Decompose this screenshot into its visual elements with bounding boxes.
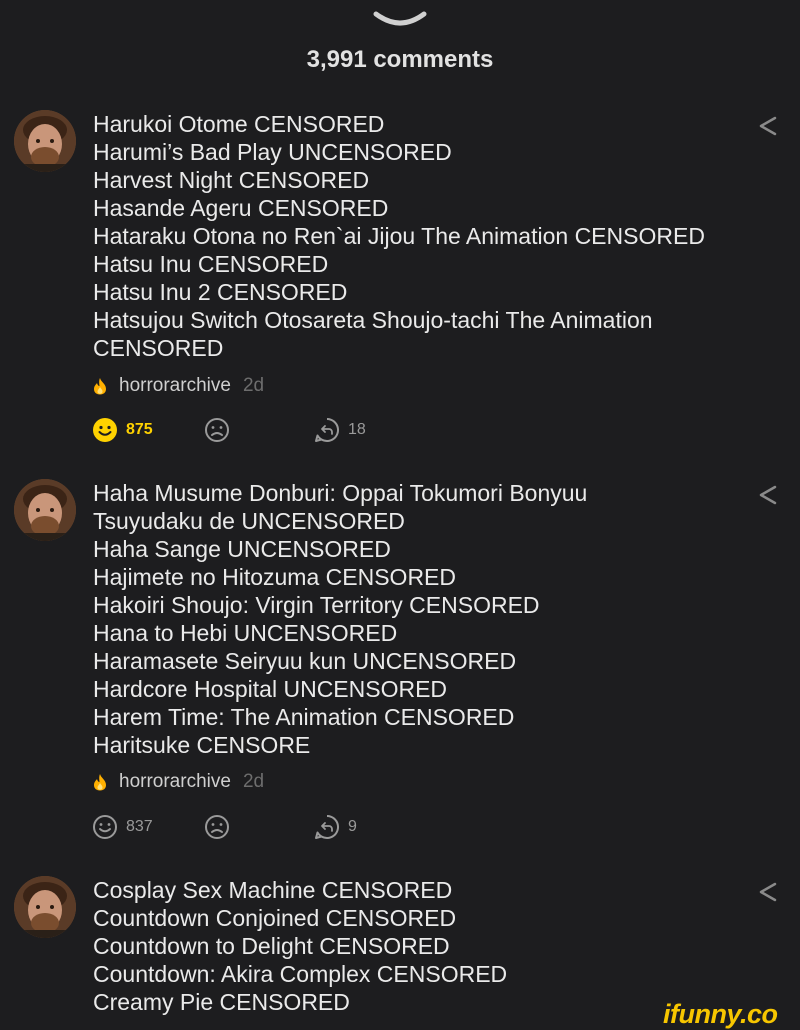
frown-icon	[205, 815, 229, 839]
share-icon[interactable]	[755, 483, 781, 507]
comment-line: Tsuyudaku de UNCENSORED	[93, 508, 405, 534]
action-row: 837 9	[92, 812, 492, 842]
comments-count: 3,991 comments	[306, 46, 494, 73]
comment-line: Harvest Night CENSORED	[93, 167, 370, 193]
comment: Haha Musume Donburi: Oppai Tokumori Bony…	[0, 479, 800, 845]
smile-icon	[93, 815, 117, 839]
reply-button[interactable]: 18	[314, 415, 366, 445]
ifunny-watermark: ifunny.co	[663, 999, 778, 1029]
smile-button[interactable]: 837	[92, 812, 153, 842]
comment-line: Countdown: Akira Complex CENSORED	[93, 961, 508, 987]
comment-line: Hasande Ageru CENSORED	[93, 195, 389, 221]
unsmile-button[interactable]	[204, 812, 230, 842]
smile-icon	[93, 418, 117, 442]
comment-line: Hataraku Otona no Ren`ai Jijou The Anima…	[93, 223, 705, 249]
comment-line: Harukoi Otome CENSORED	[93, 111, 385, 137]
unsmile-button[interactable]	[204, 415, 230, 445]
author-row: horrorarchive 2d	[92, 769, 264, 795]
comment-line: Hardcore Hospital UNCENSORED	[93, 676, 448, 702]
comment-line: Hatsujou Switch Otosareta Shoujo-tachi T…	[93, 307, 653, 333]
reply-count: 9	[348, 818, 357, 835]
share-icon[interactable]	[755, 880, 781, 904]
comment-text: Harukoi Otome CENSORED Harumi’s Bad Play…	[93, 110, 733, 362]
comment-line: Harumi’s Bad Play UNCENSORED	[93, 139, 452, 165]
comment-line: Hana to Hebi UNCENSORED	[93, 620, 398, 646]
action-row: 875 18	[92, 415, 492, 445]
comment-line: Creamy Pie CENSORED	[93, 989, 350, 1015]
reply-count: 18	[348, 421, 366, 438]
timestamp: 2d	[242, 375, 265, 396]
comment-text: Haha Musume Donburi: Oppai Tokumori Bony…	[93, 479, 733, 759]
comment-line: Harem Time: The Animation CENSORED	[93, 704, 515, 730]
comment-line: Countdown Conjoined CENSORED	[93, 905, 457, 931]
author-name[interactable]: horrorarchive	[119, 771, 231, 793]
comment-text: Cosplay Sex Machine CENSORED Countdown C…	[93, 876, 733, 1016]
smile-count: 875	[126, 421, 153, 438]
chevron-down-icon[interactable]	[372, 10, 428, 30]
comment-line: CENSORED	[93, 335, 224, 361]
reply-icon	[315, 417, 339, 442]
smile-count: 837	[126, 818, 153, 835]
comment-line: Hatsu Inu CENSORED	[93, 251, 329, 277]
avatar[interactable]	[14, 876, 76, 938]
comment-line: Cosplay Sex Machine CENSORED	[93, 877, 453, 903]
comment-line: Haha Sange UNCENSORED	[93, 536, 391, 562]
comment-line: Countdown to Delight CENSORED	[93, 933, 450, 959]
timestamp: 2d	[242, 771, 265, 792]
author-name[interactable]: horrorarchive	[119, 375, 231, 397]
fire-icon	[94, 774, 106, 791]
comment-line: Haha Musume Donburi: Oppai Tokumori Bony…	[93, 480, 588, 506]
fire-icon	[94, 378, 106, 395]
comment-line: Hajimete no Hitozuma CENSORED	[93, 564, 457, 590]
avatar[interactable]	[14, 479, 76, 541]
comment-line: Hakoiri Shoujo: Virgin Territory CENSORE…	[93, 592, 540, 618]
comment-line: Haramasete Seiryuu kun UNCENSORED	[93, 648, 517, 674]
avatar[interactable]	[14, 110, 76, 172]
frown-icon	[205, 418, 229, 442]
smile-button[interactable]: 875	[92, 415, 153, 445]
reply-button[interactable]: 9	[314, 812, 357, 842]
share-icon[interactable]	[755, 114, 781, 138]
reply-icon	[315, 814, 339, 839]
comment-line: Hatsu Inu 2 CENSORED	[93, 279, 348, 305]
author-row: horrorarchive 2d	[92, 373, 264, 399]
comment-line: Haritsuke CENSORE	[93, 732, 311, 758]
comment: Harukoi Otome CENSORED Harumi’s Bad Play…	[0, 110, 800, 450]
